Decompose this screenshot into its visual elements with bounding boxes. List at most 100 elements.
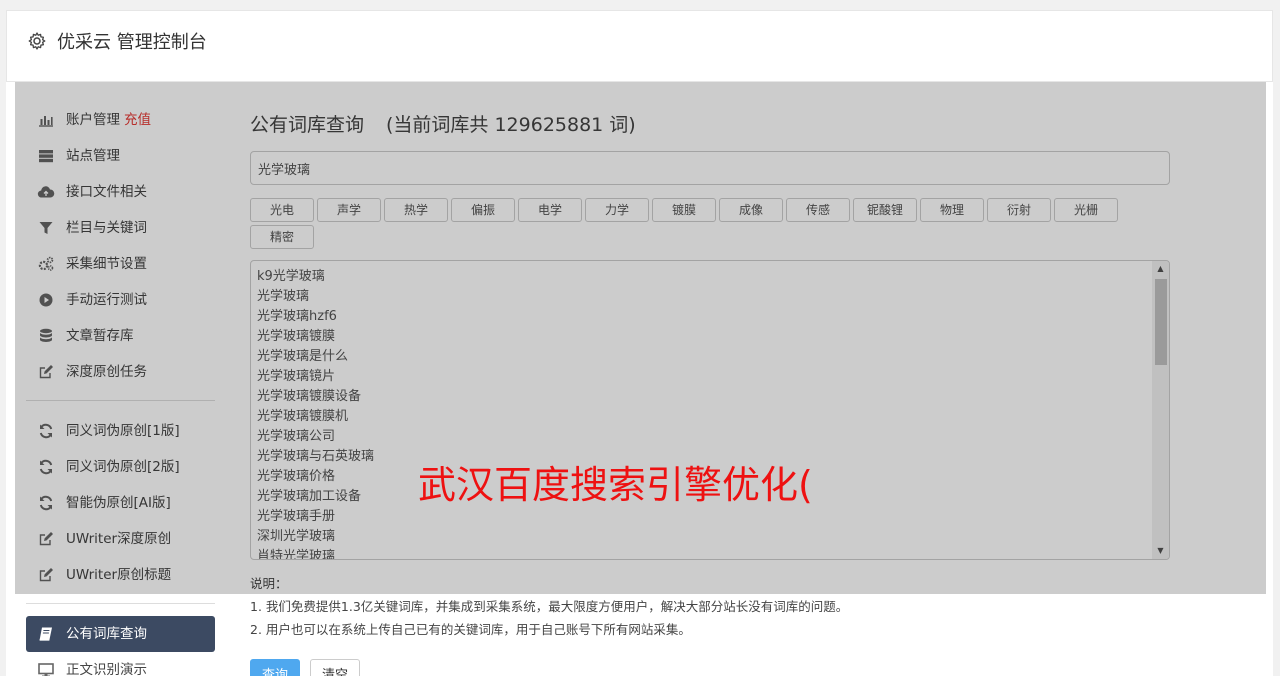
sidebar-item-label: 采集细节设置 (66, 256, 147, 272)
edit-icon (37, 566, 55, 584)
monitor-icon (37, 661, 55, 676)
scroll-down-arrow-icon[interactable]: ▼ (1152, 543, 1169, 559)
database-icon (37, 327, 55, 345)
sidebar-item-collect-settings[interactable]: 采集细节设置 (26, 246, 215, 282)
list-item: 光学玻璃镜片 (257, 369, 336, 384)
list-item: 深圳光学玻璃 (257, 529, 336, 544)
page-scrollbar[interactable] (1273, 0, 1280, 676)
sidebar-item-label: 栏目与关键词 (66, 220, 147, 236)
play-circle-icon (37, 291, 55, 309)
app-title: 优采云 管理控制台 (57, 32, 207, 53)
cogs-icon (37, 255, 55, 273)
result-list: k9光学玻璃 光学玻璃 光学玻璃hzf6 光学玻璃镀膜 光学玻璃是什么 光学玻璃镜片 光学玻… (251, 261, 1169, 560)
result-list-box[interactable]: k9光学玻璃 光学玻璃 光学玻璃hzf6 光学玻璃镀膜 光学玻璃是什么 光学玻璃镜片 光学玻… (250, 260, 1170, 560)
filter-icon (37, 219, 55, 237)
list-item: k9光学玻璃 (257, 269, 325, 284)
refresh-icon (37, 494, 55, 512)
list-item: 光学玻璃 (257, 289, 310, 304)
main-panel: 公有词库查询 (当前词库共 129625881 词) 光电声学热学偏振电学力学镀膜… (250, 112, 1170, 676)
sidebar-item-label: 智能伪原创[AI版] (66, 495, 171, 511)
sidebar-item-manual-run[interactable]: 手动运行测试 (26, 282, 215, 318)
category-tag[interactable]: 精密 (250, 225, 314, 249)
note-line-2: 2. 用户也可以在系统上传自己已有的关键词库，用于自己账号下所有网站采集。 (250, 622, 691, 637)
sidebar-item-label: UWriter深度原创 (66, 531, 172, 547)
sidebar-item-account[interactable]: 账户管理 充值 (26, 102, 215, 138)
list-item: 光学玻璃hzf6 (257, 309, 337, 324)
header: 优采云 管理控制台 (6, 10, 1273, 82)
category-tag[interactable]: 铌酸锂 (853, 198, 917, 222)
sidebar-item-label: 公有词库查询 (66, 626, 147, 642)
notes-title: 说明： (250, 576, 288, 591)
sidebar-item-label: 文章暂存库 (66, 328, 134, 344)
cloud-upload-icon (37, 183, 55, 201)
note-line-1: 1. 我们免费提供1.3亿关键词库，并集成到采集系统，最大限度方便用户，解决大部… (250, 599, 849, 614)
sidebar-item-label: UWriter原创标题 (66, 567, 172, 583)
category-tag[interactable]: 电学 (518, 198, 582, 222)
sidebar-item-synonym-v2[interactable]: 同义词伪原创[2版] (26, 449, 215, 485)
keyword-search-input[interactable] (250, 151, 1170, 185)
list-item: 光学玻璃手册 (257, 509, 336, 524)
sidebar: 账户管理 充值站点管理接口文件相关 栏目与关键词 采集细节设置 手动运行测试 文章暂存库深… (26, 102, 215, 676)
scroll-thumb[interactable] (1155, 279, 1167, 365)
category-tag[interactable]: 镀膜 (652, 198, 716, 222)
refresh-icon (37, 458, 55, 476)
action-buttons: 查询 清空 (250, 659, 1170, 676)
sidebar-item-text-recognition[interactable]: 正文识别演示 (26, 652, 215, 676)
gear-icon (27, 31, 47, 51)
list-item: 光学玻璃镀膜 (257, 329, 336, 344)
sidebar-item-label: 账户管理 (66, 112, 120, 128)
sidebar-item-label: 接口文件相关 (66, 184, 147, 200)
category-tag[interactable]: 传感 (786, 198, 850, 222)
sidebar-item-label: 深度原创任务 (66, 364, 147, 380)
sidebar-item-public-lexicon[interactable]: 公有词库查询 (26, 616, 215, 652)
sidebar-item-uwriter-deep[interactable]: UWriter深度原创 (26, 521, 215, 557)
sidebar-item-uwriter-title[interactable]: UWriter原创标题 (26, 557, 215, 593)
notes: 说明： 1. 我们免费提供1.3亿关键词库，并集成到采集系统，最大限度方便用户，… (250, 572, 1170, 641)
lexicon-count: (当前词库共 129625881 词) (386, 114, 636, 136)
category-tag[interactable]: 声学 (317, 198, 381, 222)
category-tags: 光电 声学 热学 偏振 电学 力学 镀膜 成像 传感 铌酸锂 物理 衍射 光栅精密 (250, 198, 1130, 252)
category-tag[interactable]: 力学 (585, 198, 649, 222)
sidebar-item-synonym-v1[interactable]: 同义词伪原创[1版] (26, 413, 215, 449)
list-item: 光学玻璃镀膜机 (257, 409, 349, 424)
category-tag[interactable]: 偏振 (451, 198, 515, 222)
category-tag[interactable]: 成像 (719, 198, 783, 222)
category-tag[interactable]: 衍射 (987, 198, 1051, 222)
result-scrollbar[interactable]: ▲ ▼ (1152, 261, 1169, 559)
content-area: 账户管理 充值站点管理接口文件相关 栏目与关键词 采集细节设置 手动运行测试 文章暂存库深… (6, 82, 1273, 676)
list-item: 光学玻璃公司 (257, 429, 336, 444)
page-title-text: 公有词库查询 (250, 114, 365, 136)
sidebar-item-sites[interactable]: 站点管理 (26, 138, 215, 174)
sidebar-divider (26, 400, 215, 401)
category-tag[interactable]: 热学 (384, 198, 448, 222)
query-button[interactable]: 查询 (250, 659, 301, 676)
scroll-up-arrow-icon[interactable]: ▲ (1152, 261, 1169, 277)
watermark-text: 武汉百度搜索引擎优化( (418, 463, 813, 507)
clear-button[interactable]: 清空 (310, 659, 361, 676)
sidebar-item-label: 正文识别演示 (66, 662, 147, 676)
sidebar-item-api-files[interactable]: 接口文件相关 (26, 174, 215, 210)
sidebar-item-label: 手动运行测试 (66, 292, 147, 308)
sidebar-item-label: 同义词伪原创[2版] (66, 459, 180, 475)
list-item: 肖特光学玻璃 (257, 549, 336, 560)
list-item: 光学玻璃是什么 (257, 349, 349, 364)
sidebar-item-label: 同义词伪原创[1版] (66, 423, 180, 439)
recharge-link[interactable]: 充值 (124, 112, 151, 128)
sidebar-item-deep-original[interactable]: 深度原创任务 (26, 354, 215, 390)
sidebar-item-label: 站点管理 (66, 148, 120, 164)
edit-icon (37, 530, 55, 548)
refresh-icon (37, 422, 55, 440)
edit-icon (37, 363, 55, 381)
bar-chart-icon (37, 111, 55, 129)
list-item: 光学玻璃镀膜设备 (257, 389, 362, 404)
server-icon (37, 147, 55, 165)
sidebar-item-article-store[interactable]: 文章暂存库 (26, 318, 215, 354)
page-title: 公有词库查询 (当前词库共 129625881 词) (250, 112, 1170, 138)
sidebar-item-ai-rewrite[interactable]: 智能伪原创[AI版] (26, 485, 215, 521)
category-tag[interactable]: 光电 (250, 198, 314, 222)
sidebar-divider (26, 603, 215, 604)
category-tag[interactable]: 光栅 (1054, 198, 1118, 222)
category-tag[interactable]: 物理 (920, 198, 984, 222)
book-icon (37, 625, 55, 643)
sidebar-item-columns-keywords[interactable]: 栏目与关键词 (26, 210, 215, 246)
